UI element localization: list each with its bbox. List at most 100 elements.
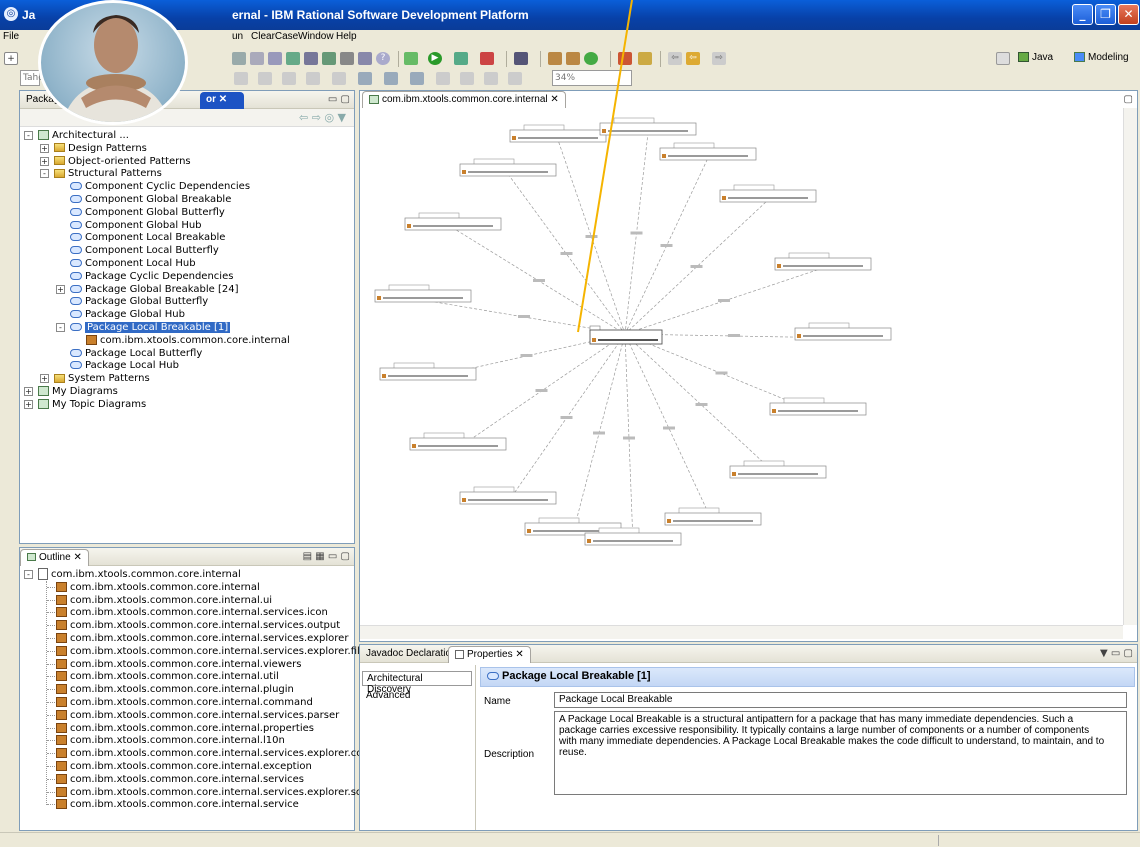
package-node[interactable] [774, 257, 872, 271]
tree-item[interactable]: Package Local Breakable [1] [70, 321, 231, 334]
outline-item[interactable]: com.ibm.xtools.common.core.internal.ui [56, 594, 272, 607]
tree-item[interactable]: Component Cyclic Dependencies [70, 180, 250, 193]
new-icon[interactable]: + [4, 52, 18, 65]
package-node[interactable] [719, 189, 817, 203]
tree-item[interactable]: Architectural ... [38, 129, 129, 142]
help-icon[interactable]: ? [376, 52, 390, 65]
outline-item[interactable]: com.ibm.xtools.common.core.internal.serv… [56, 773, 304, 786]
name-field[interactable]: Package Local Breakable [554, 692, 1127, 708]
open-resource-icon[interactable] [566, 52, 580, 65]
menu-file[interactable]: File [3, 31, 19, 42]
outline-root[interactable]: com.ibm.xtools.common.core.internal [38, 568, 241, 581]
edge-label[interactable] [660, 244, 673, 247]
tree-item[interactable]: Component Global Hub [70, 219, 202, 232]
package-node-icon[interactable] [662, 154, 666, 158]
back-icon[interactable]: ⇦ [686, 52, 700, 65]
fill-color-icon[interactable] [234, 72, 248, 85]
marker-icon[interactable] [638, 52, 652, 65]
connector-icon[interactable] [268, 52, 282, 65]
clearcase-icon[interactable] [618, 52, 632, 65]
package-node-label[interactable] [738, 473, 818, 475]
package-node-label[interactable] [468, 499, 548, 501]
package-node[interactable] [459, 163, 557, 177]
edge-label[interactable] [663, 426, 675, 430]
tree-item[interactable]: com.ibm.xtools.common.core.internal [86, 334, 290, 347]
open-perspective-icon[interactable] [996, 52, 1010, 65]
edge-label[interactable] [593, 431, 605, 435]
tree-item[interactable]: Design Patterns [54, 142, 147, 155]
distribute-icon[interactable] [410, 72, 424, 85]
tree-item[interactable]: Package Local Butterfly [70, 347, 202, 360]
package-node-icon[interactable] [412, 444, 416, 448]
outline-item[interactable]: com.ibm.xtools.common.core.internal.serv… [56, 645, 389, 658]
edge-label[interactable] [718, 299, 730, 302]
tab-pattern-explorer[interactable]: or ✕ [200, 92, 244, 109]
package-node-label[interactable] [418, 445, 498, 447]
edge-label[interactable] [585, 235, 598, 238]
package-node-label[interactable] [468, 171, 548, 173]
perspective-modeling[interactable]: Modeling [1074, 50, 1129, 66]
outline-item[interactable]: com.ibm.xtools.common.core.internal.exce… [56, 760, 312, 773]
package-node[interactable] [459, 491, 557, 505]
vertical-scrollbar[interactable] [1123, 108, 1137, 625]
layout-icon[interactable] [322, 52, 336, 65]
outline-item[interactable]: com.ibm.xtools.common.core.internal.view… [56, 658, 301, 671]
package-node[interactable] [769, 402, 867, 416]
center-node-icon[interactable] [592, 338, 596, 342]
forward-icon[interactable]: ⇨ [712, 52, 726, 65]
arrow-icon[interactable] [306, 72, 320, 85]
font-combo[interactable]: Tahoi [20, 70, 46, 86]
tab-properties[interactable]: Properties ✕ [448, 646, 531, 663]
package-node[interactable] [729, 465, 827, 479]
package-node-icon[interactable] [587, 539, 591, 543]
edge-label[interactable] [623, 436, 635, 440]
arrange-icon[interactable] [358, 72, 372, 85]
package-node-icon[interactable] [462, 170, 466, 174]
editor-maximize-icon[interactable]: ▢ [1124, 94, 1133, 105]
description-field[interactable]: A Package Local Breakable is a structura… [554, 711, 1127, 795]
expand-icon[interactable]: + [24, 387, 33, 396]
package-node-label[interactable] [593, 540, 673, 542]
package-node-icon[interactable] [722, 196, 726, 200]
package-node-label[interactable] [608, 130, 688, 132]
package-node-label[interactable] [673, 520, 753, 522]
tree-item[interactable]: System Patterns [54, 372, 150, 385]
tree-item[interactable]: Package Global Breakable [24] [70, 283, 238, 296]
zoom-icon[interactable] [232, 52, 246, 65]
package-node[interactable] [374, 289, 472, 303]
outline-item[interactable]: com.ibm.xtools.common.core.internal.serv… [56, 606, 328, 619]
maximize-button[interactable]: ❐ [1095, 4, 1116, 25]
package-node-icon[interactable] [797, 334, 801, 338]
menu-help[interactable]: Help [336, 31, 357, 42]
package-node-icon[interactable] [512, 136, 516, 140]
outline-item[interactable]: com.ibm.xtools.common.core.internal [56, 581, 260, 594]
package-node-label[interactable] [783, 265, 863, 267]
print-icon[interactable] [340, 52, 354, 65]
package-node-icon[interactable] [527, 529, 531, 533]
tab-architectural-discovery[interactable]: Architectural Discovery [362, 671, 472, 695]
menu-clearcase[interactable]: ClearCase [251, 31, 298, 42]
tree-item[interactable]: My Topic Diagrams [38, 398, 146, 411]
collapse-icon[interactable]: - [24, 570, 33, 579]
view-nav-icons[interactable]: ⇦ ⇨ ◎ ▼ [299, 111, 346, 124]
package-node[interactable] [664, 512, 762, 526]
profile-icon[interactable] [480, 52, 494, 65]
tree-item[interactable]: Package Global Butterfly [70, 295, 208, 308]
collapse-icon[interactable]: - [40, 169, 49, 179]
expand-icon[interactable]: + [56, 284, 65, 294]
redo-icon[interactable] [250, 52, 264, 65]
package-node[interactable] [409, 437, 507, 451]
package-node-label[interactable] [383, 297, 463, 299]
expand-icon[interactable]: + [24, 399, 33, 409]
outline-item[interactable]: com.ibm.xtools.common.core.internal.l10n [56, 734, 285, 747]
line-color-icon[interactable] [258, 72, 272, 85]
center-node-label[interactable] [598, 339, 658, 341]
tree-item[interactable]: Structural Patterns [54, 167, 162, 180]
horizontal-scrollbar[interactable] [360, 625, 1123, 639]
open-type-icon[interactable] [548, 52, 562, 65]
rectilinear-icon[interactable] [460, 72, 474, 85]
outline-item[interactable]: com.ibm.xtools.common.core.internal.serv… [56, 747, 389, 760]
list-icon[interactable] [304, 52, 318, 65]
tab-diagram-editor[interactable]: com.ibm.xtools.common.core.internal ✕ [362, 91, 566, 108]
tree-item[interactable]: Package Global Hub [70, 308, 185, 321]
